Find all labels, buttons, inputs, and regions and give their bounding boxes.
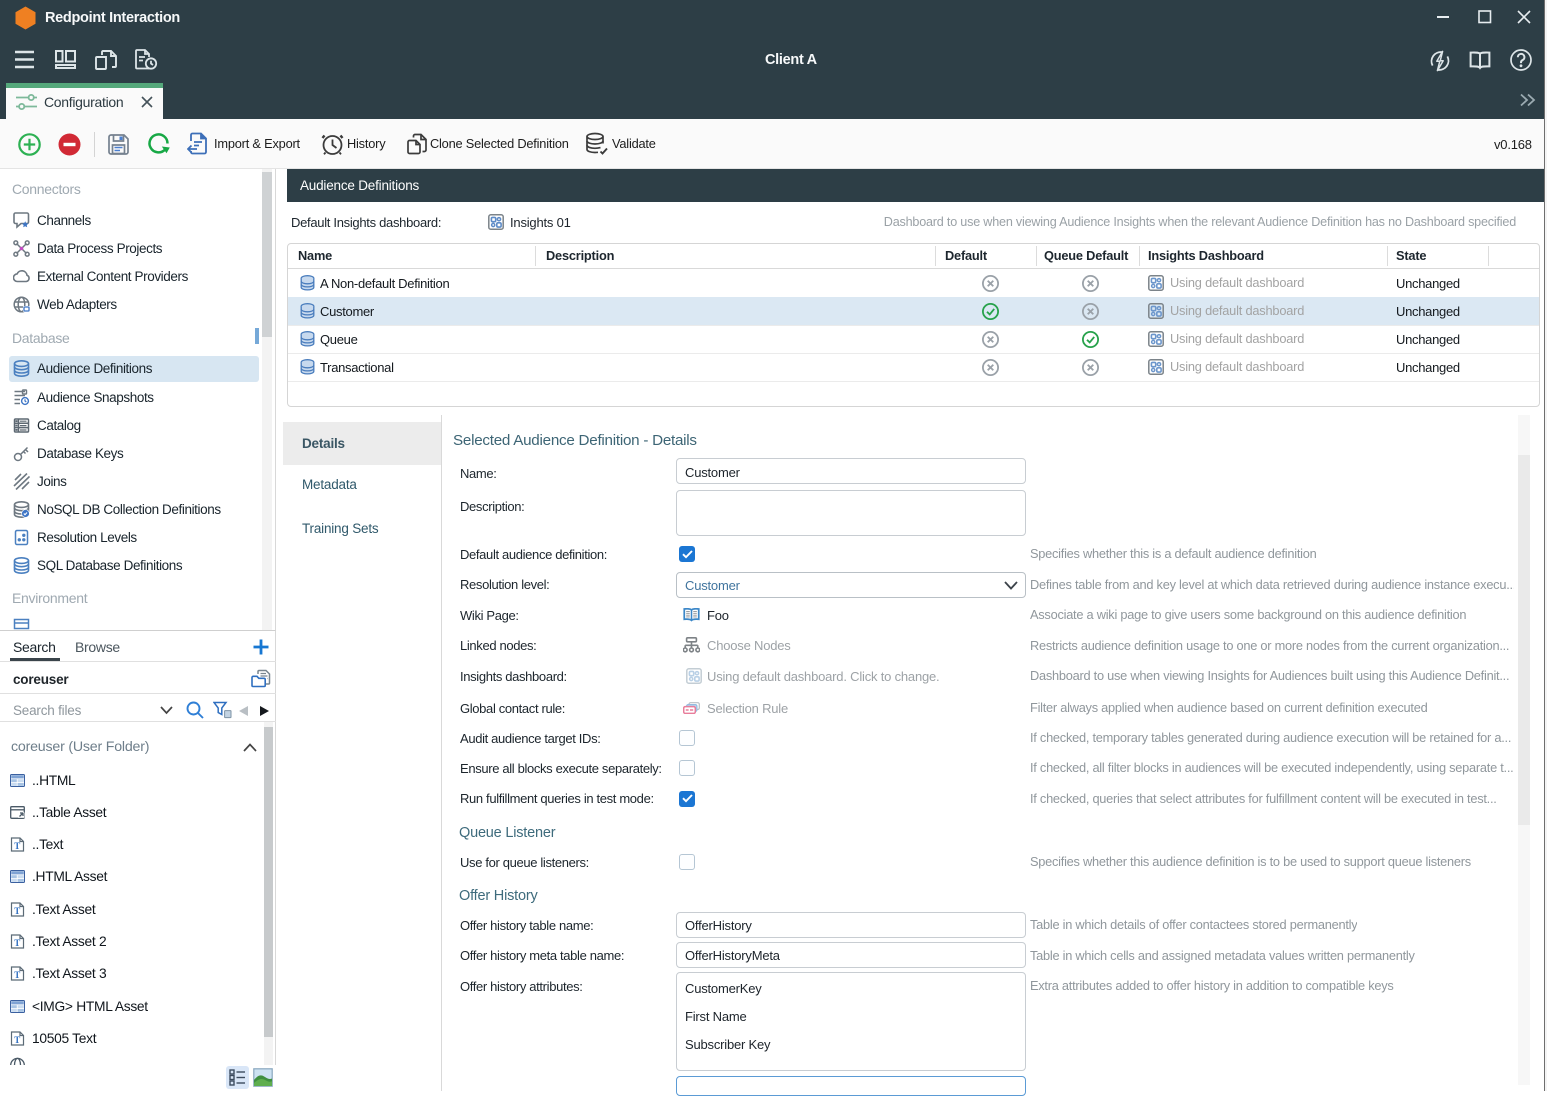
svg-text:T: T — [14, 841, 20, 851]
svg-text:T: T — [14, 1035, 20, 1045]
svg-text:T: T — [14, 906, 20, 916]
svg-text:T: T — [14, 970, 20, 980]
svg-text:T: T — [14, 938, 20, 948]
